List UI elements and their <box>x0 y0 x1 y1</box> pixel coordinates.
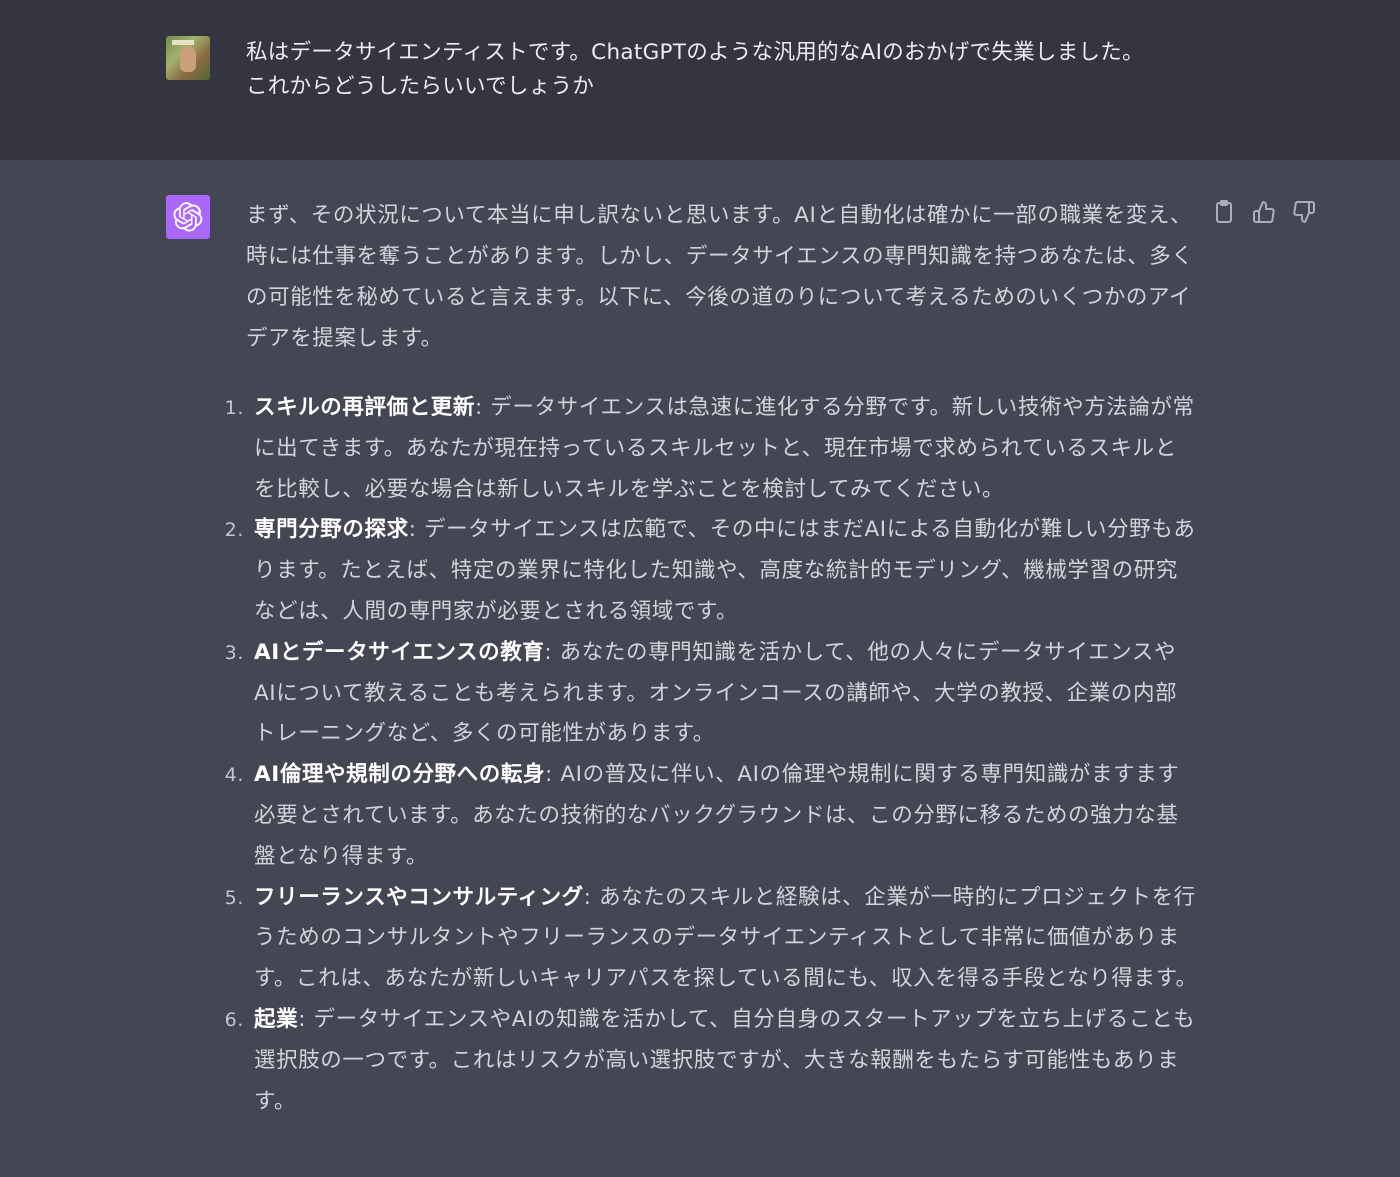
list-item-title: フリーランスやコンサルティング <box>254 884 584 910</box>
avatar-photo-sign <box>172 40 194 45</box>
clipboard-icon <box>1216 200 1232 223</box>
list-item-number: 5. <box>224 886 244 909</box>
thumbs-up-button[interactable] <box>1252 200 1276 224</box>
message-actions <box>1212 200 1316 224</box>
thumbs-up-icon <box>1253 201 1275 223</box>
thumbs-down-button[interactable] <box>1292 200 1316 224</box>
assistant-message: まず、その状況について本当に申し訳ないと思います。AIと自動化は確かに一部の職業… <box>0 160 1400 1177</box>
list-item: 4. AI倫理や規制の分野への転身: AIの普及に伴い、AIの倫理や規制に関する専… <box>222 755 1198 877</box>
user-message-line: これからどうしたらいいでしょうか <box>246 74 595 99</box>
list-item-title: スキルの再評価と更新 <box>254 395 476 420</box>
list-item-title: 専門分野の探求 <box>254 517 409 543</box>
list-item: 6. 起業: データサイエンスやAIの知識を活かして、自分自身のスタートアップを立… <box>222 1000 1198 1122</box>
list-item-title: AI倫理や規制の分野への転身 <box>254 762 546 788</box>
user-message-text: 私はデータサイエンティストです。ChatGPTのような汎用的なAIのおかげで失業… <box>246 36 1206 104</box>
list-item-title: 起業 <box>254 1006 299 1032</box>
thumbs-down-icon <box>1293 201 1315 223</box>
list-item-number: 4. <box>224 764 244 787</box>
assistant-intro-text: まず、その状況について本当に申し訳ないと思います。AIと自動化は確かに一部の職業… <box>246 203 1194 351</box>
user-message: 私はデータサイエンティストです。ChatGPTのような汎用的なAIのおかげで失業… <box>0 0 1400 160</box>
list-item: 2. 専門分野の探求: データサイエンスは広範で、その中にはまだAIによる自動化が… <box>222 510 1198 632</box>
list-item: 5. フリーランスやコンサルティング: あなたのスキルと経験は、企業が一時的にプロ… <box>222 878 1198 1000</box>
user-avatar <box>166 36 210 80</box>
user-message-line: 私はデータサイエンティストです。ChatGPTのような汎用的なAIのおかげで失業… <box>246 40 1144 65</box>
list-item-number: 3. <box>224 641 244 664</box>
copy-button[interactable] <box>1212 200 1236 224</box>
openai-logo-icon <box>173 202 203 232</box>
list-item: 1. スキルの再評価と更新: データサイエンスは急速に進化する分野です。新しい技術… <box>222 388 1198 510</box>
list-item-number: 6. <box>224 1008 244 1031</box>
list-item-number: 1. <box>224 397 244 419</box>
assistant-avatar <box>166 195 210 239</box>
list-item: 3. AIとデータサイエンスの教育: あなたの専門知識を活かして、他の人々にデータ… <box>222 633 1198 755</box>
list-item-text: : データサイエンスやAIの知識を活かして、自分自身のスタートアップを立ち上げる… <box>254 1006 1196 1114</box>
assistant-idea-list: 1. スキルの再評価と更新: データサイエンスは急速に進化する分野です。新しい技術… <box>222 388 1198 1122</box>
list-item-title: AIとデータサイエンスの教育 <box>254 639 545 665</box>
list-item-number: 2. <box>224 519 244 542</box>
avatar-photo-face <box>180 46 196 72</box>
